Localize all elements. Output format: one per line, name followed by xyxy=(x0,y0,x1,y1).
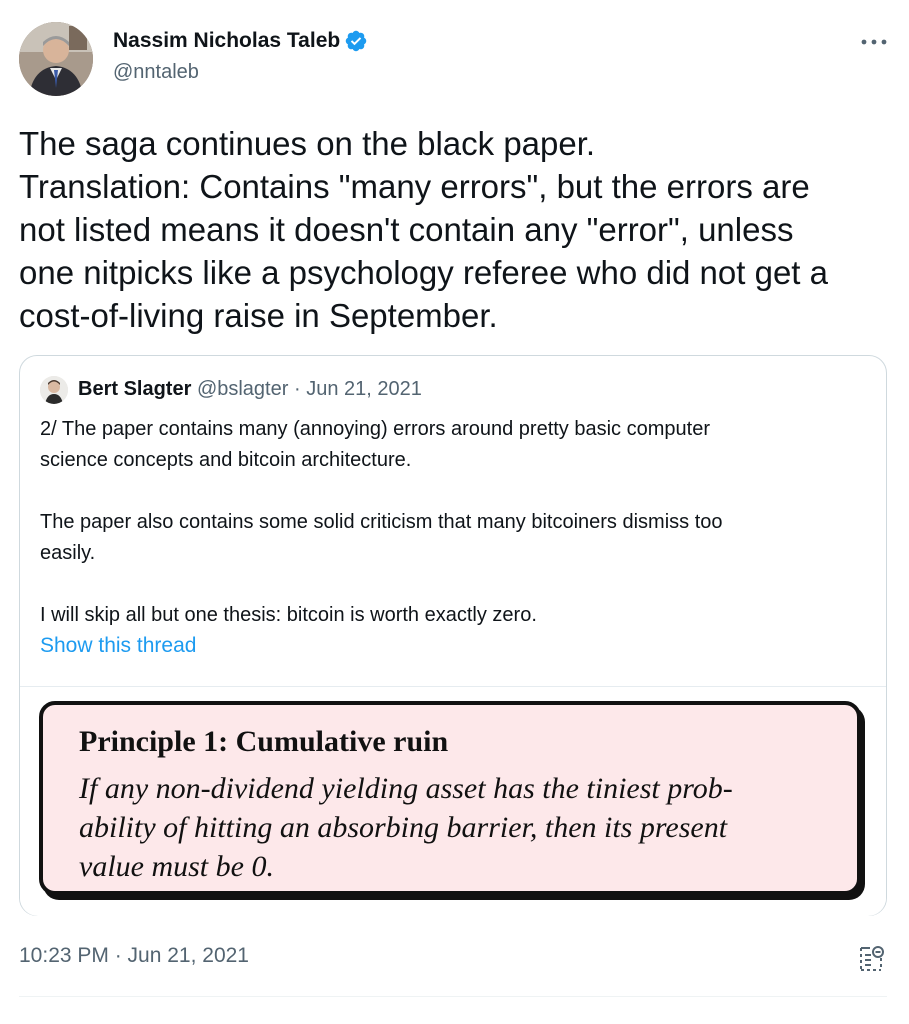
principle-body-line: ability of hitting an absorbing barrier,… xyxy=(79,811,728,844)
quoted-tweet-image[interactable]: Principle 1: Cumulative ruin If any non-… xyxy=(20,686,886,916)
quoted-text-line xyxy=(40,569,870,600)
quoted-tweet-card[interactable]: Bert Slagter @bslagter · Jun 21, 2021 2/… xyxy=(19,355,887,916)
more-options-icon[interactable] xyxy=(858,32,890,52)
view-analytics-icon[interactable] xyxy=(856,944,886,974)
quoted-author-avatar xyxy=(40,376,68,404)
tweet-text-line: cost-of-living raise in September. xyxy=(19,297,498,334)
quoted-text-line: The paper also contains some solid criti… xyxy=(40,511,723,533)
author-handle[interactable]: @nntaleb xyxy=(113,61,199,84)
quoted-tweet-text: 2/ The paper contains many (annoying) er… xyxy=(40,414,870,631)
verified-badge-icon xyxy=(344,29,368,53)
author-name[interactable]: Nassim Nicholas Taleb xyxy=(113,29,340,53)
show-thread-link[interactable]: Show this thread xyxy=(40,634,196,658)
tweet-text-line: not listed means it doesn't contain any … xyxy=(19,211,794,248)
author-avatar[interactable] xyxy=(19,22,93,96)
header-separator: · xyxy=(293,378,301,400)
quoted-text-line: I will skip all but one thesis: bitcoin … xyxy=(40,604,537,626)
quoted-text-line: science concepts and bitcoin architectur… xyxy=(40,449,412,471)
principle-body-line: If any non-dividend yielding asset has t… xyxy=(79,772,733,805)
tweet-text-line: The saga continues on the black paper. xyxy=(19,125,596,162)
quoted-text-line xyxy=(40,476,870,507)
tweet: Nassim Nicholas Taleb @nntaleb The saga … xyxy=(0,0,909,1024)
principle-box: Principle 1: Cumulative ruin If any non-… xyxy=(39,701,861,895)
tweet-text: The saga continues on the black paper. T… xyxy=(19,122,894,337)
quoted-tweet-header: Bert Slagter @bslagter · Jun 21, 2021 xyxy=(78,378,422,401)
divider xyxy=(19,996,887,997)
principle-body-line: value must be 0. xyxy=(79,850,274,883)
quoted-tweet-date: Jun 21, 2021 xyxy=(306,378,422,400)
quoted-author-name: Bert Slagter xyxy=(78,378,192,400)
author-name-row[interactable]: Nassim Nicholas Taleb xyxy=(113,29,368,53)
quoted-author-handle: @bslagter xyxy=(196,378,289,400)
principle-title: Principle 1: Cumulative ruin xyxy=(79,725,449,758)
tweet-text-line: one nitpicks like a psychology referee w… xyxy=(19,254,828,291)
tweet-timestamp[interactable]: 10:23 PM · Jun 21, 2021 xyxy=(19,944,249,968)
quoted-text-line: easily. xyxy=(40,542,96,564)
tweet-text-line: Translation: Contains "many errors", but… xyxy=(19,168,810,205)
principle-body: If any non-dividend yielding asset has t… xyxy=(79,769,849,886)
quoted-text-line: 2/ The paper contains many (annoying) er… xyxy=(40,418,710,440)
